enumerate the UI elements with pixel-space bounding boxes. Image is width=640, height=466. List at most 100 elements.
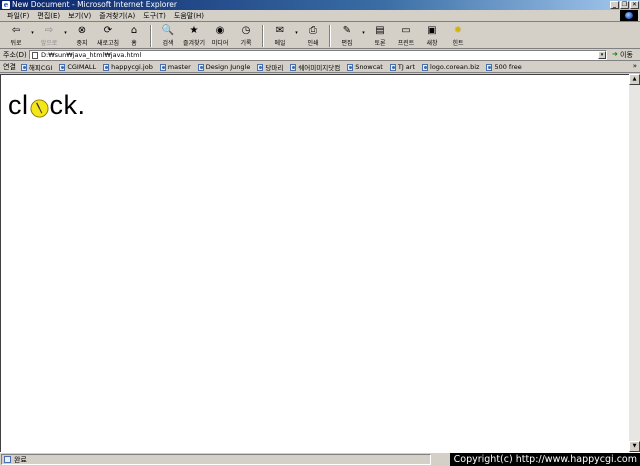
link-tj-art[interactable]: TJ art xyxy=(389,63,416,71)
page-viewport[interactable]: cl ck. xyxy=(0,74,629,452)
link-page-icon xyxy=(290,63,297,71)
edit-icon: ✎ xyxy=(342,25,352,36)
link-label: 해피CGI xyxy=(28,64,53,72)
menu-tools[interactable]: 도구(T) xyxy=(139,11,170,21)
mail-button[interactable]: ✉ 메일 xyxy=(267,23,293,47)
edit-button[interactable]: ✎ 편집 xyxy=(334,23,360,47)
refresh-label: 새로고침 xyxy=(96,40,120,47)
history-label: 기록 xyxy=(240,40,252,47)
media-button[interactable]: ◉ 미디어 xyxy=(207,23,233,47)
media-label: 미디어 xyxy=(211,40,229,47)
minimize-button[interactable]: _ xyxy=(610,1,619,9)
link-label: logo.corean.biz xyxy=(430,63,480,71)
maximize-button[interactable]: ❐ xyxy=(620,1,629,9)
mail-dropdown[interactable]: ▾ xyxy=(293,23,300,36)
home-label: 홈 xyxy=(131,40,137,47)
menu-view[interactable]: 보기(V) xyxy=(64,11,95,21)
link-happycgi-job[interactable]: happycgi.job xyxy=(103,63,153,71)
back-button[interactable]: ⇦ 뒤로 xyxy=(3,23,29,47)
forward-dropdown[interactable]: ▾ xyxy=(62,23,69,36)
discuss-label: 토론 xyxy=(374,40,386,47)
favorites-label: 즐겨찾기 xyxy=(182,40,206,47)
history-button[interactable]: ◷ 기록 xyxy=(233,23,259,47)
hint-label: 힌트 xyxy=(452,40,464,47)
link-label: CGIMALL xyxy=(67,63,97,71)
home-icon: ⌂ xyxy=(130,25,138,36)
new-window-button[interactable]: ▣ 새창 xyxy=(419,23,445,47)
history-icon: ◷ xyxy=(241,25,251,36)
menu-favorites[interactable]: 즐겨찾기(A) xyxy=(95,11,139,21)
refresh-button[interactable]: ⟳ 새로고침 xyxy=(95,23,121,47)
link-label: TJ art xyxy=(397,63,416,71)
printer-button[interactable]: ▭ 프린트 xyxy=(393,23,419,47)
link-500-free[interactable]: 500 free xyxy=(486,63,522,71)
lightbulb-icon: ✸ xyxy=(453,25,463,36)
scroll-up-button[interactable]: ▲ xyxy=(629,74,640,85)
printer-icon: ▭ xyxy=(401,25,411,36)
go-arrow-icon[interactable]: ➜ xyxy=(612,50,618,58)
vertical-scrollbar[interactable]: ▲ ▼ xyxy=(629,74,640,452)
discuss-button[interactable]: ▤ 토론 xyxy=(367,23,393,47)
hint-button[interactable]: ✸ 힌트 xyxy=(445,23,471,47)
link-page-icon xyxy=(486,63,493,71)
forward-button[interactable]: ⇨ 앞으로 xyxy=(36,23,62,47)
address-field[interactable]: ▾ xyxy=(29,50,607,60)
status-bar: 완료 Copyright(c) http://www.happycgi.com xyxy=(0,452,640,466)
link-page-icon xyxy=(347,63,354,71)
edit-dropdown[interactable]: ▾ xyxy=(360,23,367,36)
window-title: New Document - Microsoft Internet Explor… xyxy=(12,0,177,9)
menu-help[interactable]: 도움말(H) xyxy=(170,11,208,21)
menu-edit[interactable]: 편집(E) xyxy=(33,11,64,21)
title-bar[interactable]: e New Document - Microsoft Internet Expl… xyxy=(0,0,640,10)
link-label: 쉐어미미지닷컴 xyxy=(298,64,341,72)
clock-icon xyxy=(29,98,49,118)
link-master[interactable]: master xyxy=(159,63,191,71)
links-more-button[interactable]: » xyxy=(633,62,637,70)
stop-button[interactable]: ⊗ 중지 xyxy=(69,23,95,47)
link-snowcat[interactable]: Snowcat xyxy=(347,63,383,71)
print-button[interactable]: ⎙ 인쇄 xyxy=(300,23,326,47)
status-text: 완료 xyxy=(14,455,27,464)
search-button[interactable]: 🔍 검색 xyxy=(155,23,181,47)
links-label: 연결 xyxy=(3,63,16,71)
refresh-icon: ⟳ xyxy=(103,25,113,36)
link-page-icon xyxy=(20,63,27,71)
home-button[interactable]: ⌂ 홈 xyxy=(121,23,147,47)
link-cgimall[interactable]: CGIMALL xyxy=(59,63,96,71)
go-button[interactable]: 이동 xyxy=(620,50,633,60)
link-design-jungle[interactable]: Design Jungle xyxy=(197,63,250,71)
print-label: 인쇄 xyxy=(307,40,319,47)
page-done-icon xyxy=(4,456,11,463)
new-window-icon: ▣ xyxy=(427,25,437,36)
close-button[interactable]: ✕ xyxy=(630,1,639,9)
discuss-icon: ▤ xyxy=(375,25,385,36)
window-controls: _ ❐ ✕ xyxy=(610,1,639,9)
link-page-icon xyxy=(103,63,110,71)
back-dropdown[interactable]: ▾ xyxy=(29,23,36,36)
clock-text-prefix: cl xyxy=(8,90,29,120)
new-window-label: 새창 xyxy=(426,40,438,47)
link-label: 500 free xyxy=(494,63,522,71)
link-dangmari[interactable]: 당마리 xyxy=(257,62,283,72)
link-label: Snowcat xyxy=(355,63,383,71)
link-logo-corean[interactable]: logo.corean.biz xyxy=(422,63,479,71)
status-cell: 완료 xyxy=(1,454,431,465)
menu-file[interactable]: 파일(F) xyxy=(3,11,33,21)
link-shareimage[interactable]: 쉐어미미지닷컴 xyxy=(290,62,340,72)
copyright-watermark: Copyright(c) http://www.happycgi.com xyxy=(449,453,640,466)
address-dropdown-button[interactable]: ▾ xyxy=(598,51,606,59)
link-label: 당마리 xyxy=(265,64,284,72)
address-input[interactable] xyxy=(41,51,581,59)
forward-arrow-icon: ⇨ xyxy=(44,25,54,36)
favorites-button[interactable]: ★ 즐겨찾기 xyxy=(181,23,207,47)
scroll-down-button[interactable]: ▼ xyxy=(629,441,640,452)
mail-label: 메일 xyxy=(274,40,286,47)
address-label: 주소(D) xyxy=(3,51,27,59)
link-happycgi[interactable]: 해피CGI xyxy=(20,62,53,72)
printer-label: 프린트 xyxy=(397,40,415,47)
link-page-icon xyxy=(422,63,429,71)
toolbar-separator xyxy=(150,25,152,47)
edit-label: 편집 xyxy=(341,40,353,47)
favorites-icon: ★ xyxy=(189,25,199,36)
search-icon: 🔍 xyxy=(161,25,175,36)
